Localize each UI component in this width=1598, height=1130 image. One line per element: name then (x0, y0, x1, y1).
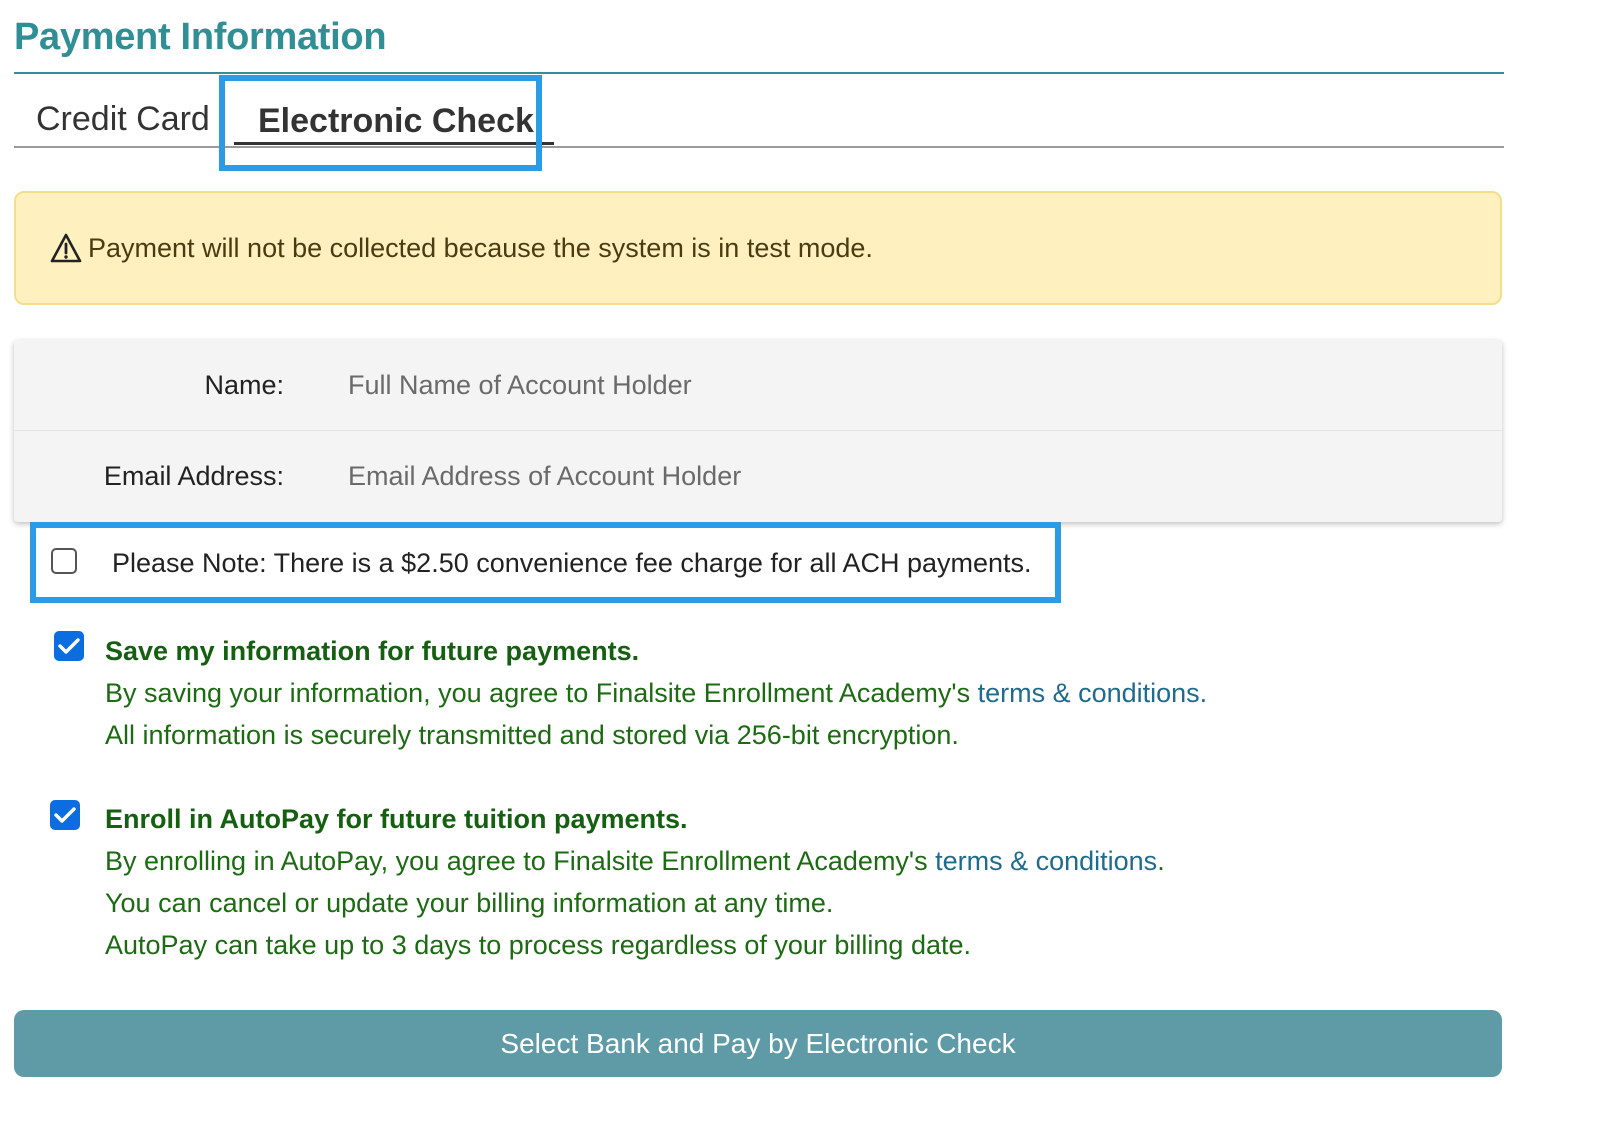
save-info-checkbox[interactable] (54, 631, 84, 661)
save-info-encryption-text: All information is securely transmitted … (105, 720, 959, 750)
autopay-title: Enroll in AutoPay for future tuition pay… (105, 804, 688, 834)
page-title: Payment Information (14, 16, 387, 58)
warning-triangle-icon (50, 233, 82, 263)
autopay-terms-text: By enrolling in AutoPay, you agree to Fi… (105, 846, 936, 876)
name-row: Name: (14, 340, 1502, 431)
pay-by-electronic-check-button[interactable]: Select Bank and Pay by Electronic Check (14, 1010, 1502, 1077)
save-info-title: Save my information for future payments. (105, 636, 640, 666)
checkmark-icon (54, 807, 76, 823)
checkmark-icon (58, 638, 80, 654)
autopay-terms-link[interactable]: terms & conditions (935, 846, 1157, 876)
name-label: Name: (204, 369, 284, 400)
name-input[interactable] (348, 369, 1448, 401)
title-divider (14, 72, 1504, 74)
tab-credit-card[interactable]: Credit Card (36, 100, 210, 139)
autopay-terms-line: By enrolling in AutoPay, you agree to Fi… (105, 840, 1165, 882)
save-info-terms-text: By saving your information, you agree to… (105, 678, 978, 708)
fee-note-checkbox[interactable] (51, 548, 77, 574)
account-holder-form: Name: Email Address: (14, 340, 1502, 522)
alert-text: Payment will not be collected because th… (88, 232, 873, 263)
autopay-checkbox[interactable] (50, 800, 80, 830)
save-info-option: Save my information for future payments.… (105, 630, 1207, 756)
tab-highlight-box (219, 75, 542, 171)
email-row: Email Address: (14, 431, 1502, 521)
fee-note-text: Please Note: There is a $2.50 convenienc… (112, 548, 1032, 578)
email-input[interactable] (348, 460, 1448, 492)
test-mode-alert: Payment will not be collected because th… (14, 191, 1502, 305)
autopay-terms-period: . (1157, 846, 1165, 876)
save-info-terms-link[interactable]: terms & conditions. (978, 678, 1208, 708)
email-label: Email Address: (103, 460, 284, 491)
autopay-cancel-text: You can cancel or update your billing in… (105, 888, 834, 918)
autopay-option: Enroll in AutoPay for future tuition pay… (105, 798, 1165, 966)
save-info-terms-line: By saving your information, you agree to… (105, 672, 1207, 714)
autopay-processing-text: AutoPay can take up to 3 days to process… (105, 930, 972, 960)
